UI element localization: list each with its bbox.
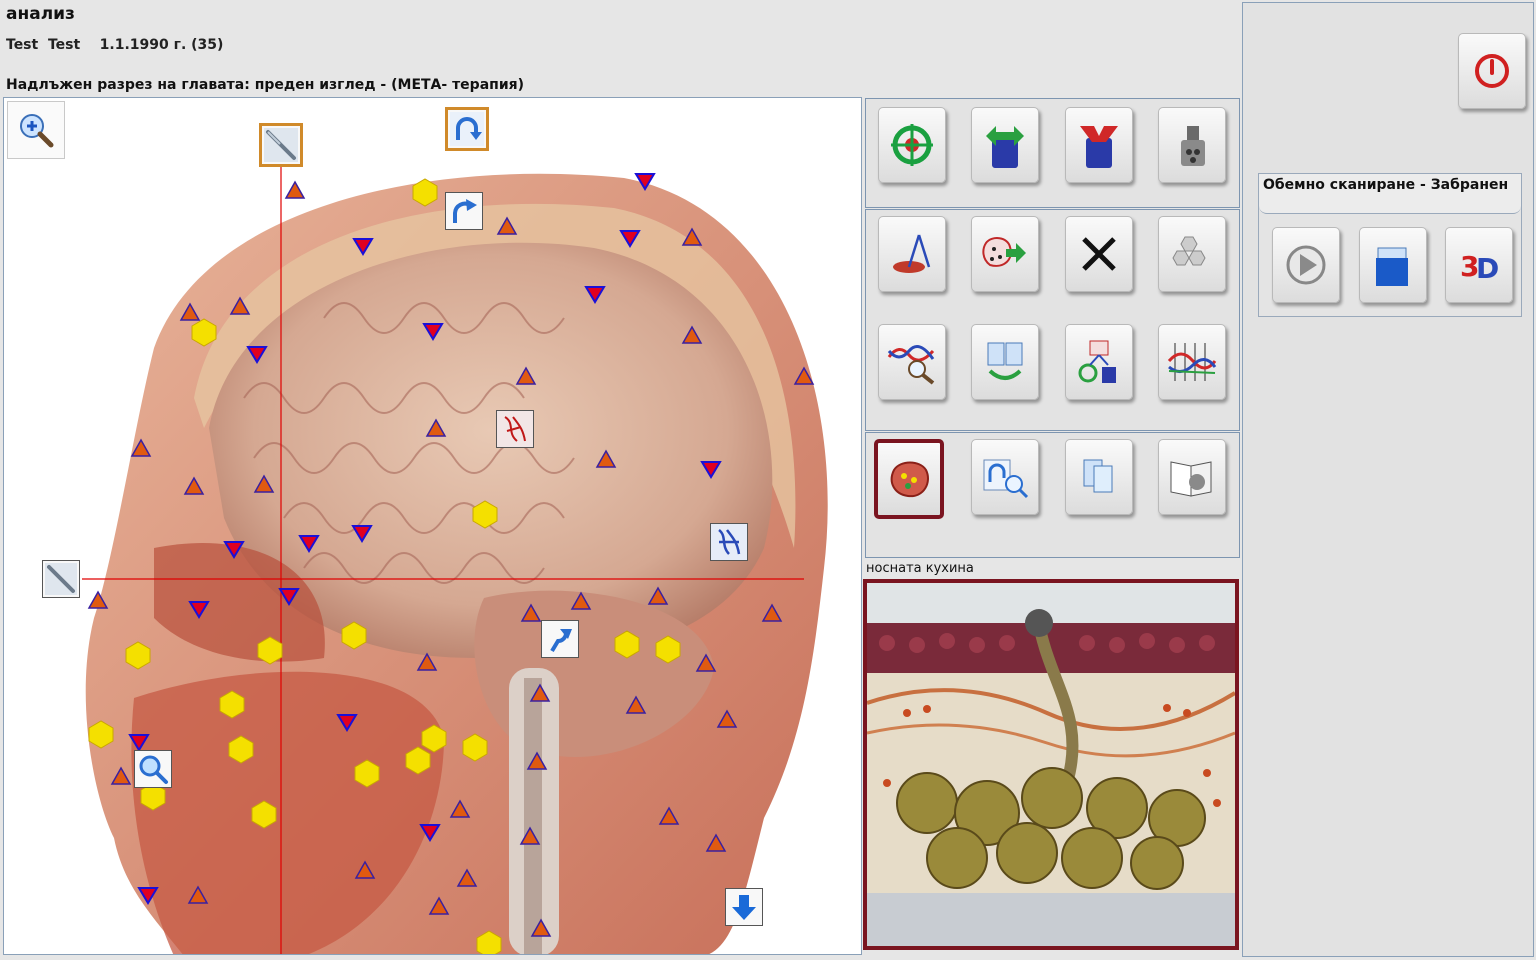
rotate-right-icon (453, 199, 477, 223)
cell-icon (890, 461, 929, 498)
measure-tool[interactable] (878, 216, 946, 292)
rotate-up-icon (550, 629, 572, 653)
cells-arrow-icon (982, 237, 1026, 267)
power-icon (1475, 54, 1509, 88)
organ-compare-icon (1078, 340, 1116, 383)
scalpel-horizontal-button[interactable] (42, 560, 80, 598)
play-icon (1286, 245, 1326, 285)
magnifier-icon (139, 755, 168, 784)
zoom-in-icon (20, 114, 54, 148)
dispenser-icon (1181, 126, 1205, 166)
cards-button[interactable] (1359, 227, 1427, 303)
arrow-down-button[interactable] (725, 888, 763, 926)
section-title: Надлъжен разрез на главата: преден изгле… (6, 77, 525, 93)
right-panel: Обемно сканиране - Забранен 3 D (1242, 2, 1534, 957)
volume-scan-box: Обемно сканиране - Забранен 3 D (1258, 173, 1522, 317)
rotate-zoom-tool[interactable] (971, 439, 1039, 515)
blood-vessels-icon (504, 416, 526, 442)
atlas-book-icon (1170, 461, 1212, 497)
card-index-icon (1376, 247, 1408, 286)
rotate-zoom-icon (983, 459, 1029, 499)
tool-group-2 (865, 209, 1240, 431)
wave-magnifier-icon (887, 345, 935, 385)
region-label: носната кухина (866, 561, 974, 576)
scan-title: Обемно сканиране - Забранен (1259, 174, 1521, 214)
tool-panel (865, 98, 1240, 558)
3d-icon: 3 D (1460, 250, 1499, 285)
spectrum-tool[interactable] (1158, 324, 1226, 400)
container-green-arrows-icon (986, 126, 1024, 168)
target-tool[interactable] (878, 107, 946, 183)
cells-transfer-tool[interactable] (971, 216, 1039, 292)
documents-tool[interactable] (1065, 439, 1133, 515)
lymph-vessels-icon (718, 529, 741, 555)
cell-tool[interactable] (874, 439, 944, 519)
spectrum-chart-icon (1167, 343, 1217, 381)
rotate-up-button[interactable] (541, 620, 579, 658)
close-icon (1082, 237, 1116, 271)
arrow-down-icon (732, 895, 756, 920)
rotate-right-button[interactable] (445, 192, 483, 230)
hexagons-tool[interactable] (1158, 216, 1226, 292)
window-title: анализ (6, 4, 75, 24)
anatomy-viewer[interactable] (3, 97, 862, 955)
play-button[interactable] (1272, 227, 1340, 303)
tool-group-1 (865, 98, 1240, 208)
documents-icon (1083, 459, 1113, 493)
scalpel-icon (45, 563, 77, 595)
patient-info: Test Test 1.1.1990 г. (35) (6, 37, 224, 53)
rotate-top-button[interactable] (445, 107, 489, 151)
wave-analysis-tool[interactable] (878, 324, 946, 400)
lymph-button[interactable] (710, 523, 748, 561)
documents-cycle-tool[interactable] (971, 324, 1039, 400)
nasal-cavity-microscopy-image (867, 583, 1235, 946)
documents-cycle-icon (987, 342, 1023, 380)
3d-button[interactable]: 3 D (1445, 227, 1513, 303)
tool-group-3 (865, 432, 1240, 558)
rotate-icon (450, 112, 484, 146)
magnifier-button[interactable] (134, 750, 172, 788)
vessels-button[interactable] (496, 410, 534, 448)
power-button[interactable] (1458, 33, 1526, 109)
atlas-tool[interactable] (1158, 439, 1226, 515)
container-out-tool[interactable] (971, 107, 1039, 183)
dispenser-tool[interactable] (1158, 107, 1226, 183)
target-icon (891, 124, 933, 166)
container-in-tool[interactable] (1065, 107, 1133, 183)
zoom-in-button[interactable] (7, 101, 65, 159)
close-tool[interactable] (1065, 216, 1133, 292)
hexagons-icon (1172, 236, 1206, 266)
svg-text:D: D (1476, 252, 1499, 285)
scalpel-vertical-button[interactable] (259, 123, 303, 167)
container-red-arrows-icon (1080, 126, 1118, 168)
compass-icon (893, 234, 931, 273)
organ-compare-tool[interactable] (1065, 324, 1133, 400)
scalpel-icon (264, 128, 298, 162)
region-detail-image (863, 579, 1239, 950)
